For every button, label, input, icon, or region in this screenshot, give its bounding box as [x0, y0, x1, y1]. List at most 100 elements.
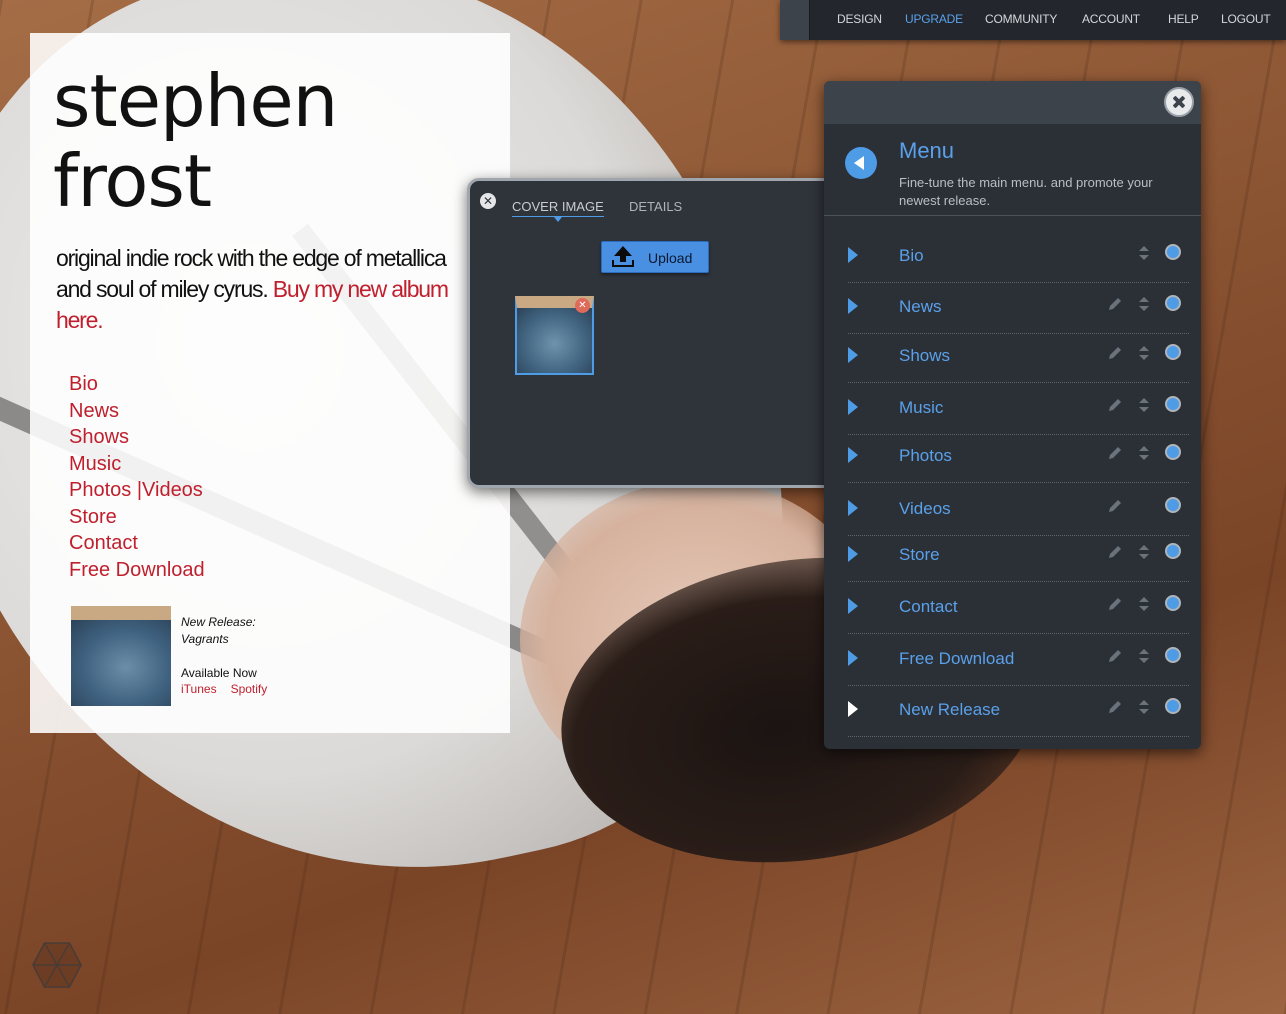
site-nav: Bio News Shows Music Photos |Videos Stor… — [69, 371, 205, 583]
site-nav-news[interactable]: News — [69, 398, 205, 425]
menu-item-label[interactable]: Videos — [899, 499, 951, 519]
menu-item-free-download[interactable]: Free Download — [848, 635, 1189, 686]
itunes-link[interactable]: iTunes — [181, 682, 217, 696]
expand-arrow-icon[interactable] — [848, 298, 858, 314]
menu-item-bio[interactable]: Bio — [848, 232, 1189, 283]
visibility-toggle[interactable] — [1165, 295, 1181, 311]
cover-image-dialog: ✕ COVER IMAGE DETAILS Upload ✕ — [467, 178, 837, 488]
sort-handle-icon[interactable] — [1138, 445, 1150, 461]
tab-cover-image[interactable]: COVER IMAGE — [512, 199, 604, 222]
sort-handle-icon[interactable] — [1138, 296, 1150, 312]
menu-item-label[interactable]: Shows — [899, 346, 950, 366]
site-nav-shows[interactable]: Shows — [69, 424, 205, 451]
visibility-toggle[interactable] — [1165, 244, 1181, 260]
upload-button[interactable]: Upload — [601, 241, 709, 273]
expand-arrow-icon[interactable] — [848, 347, 858, 363]
nav-account[interactable]: ACCOUNT — [1082, 12, 1140, 26]
expand-arrow-icon[interactable] — [848, 447, 858, 463]
menu-item-label[interactable]: New Release — [899, 700, 1000, 720]
pencil-icon[interactable] — [1108, 499, 1122, 513]
nav-tab-handle[interactable] — [780, 0, 810, 40]
menu-item-photos[interactable]: Photos — [848, 432, 1189, 483]
expand-arrow-icon[interactable] — [848, 546, 858, 562]
site-nav-music[interactable]: Music — [69, 451, 205, 478]
release-available: Available Now — [181, 666, 257, 680]
menu-item-contact[interactable]: Contact — [848, 583, 1189, 634]
release-album-art[interactable] — [71, 606, 171, 706]
menu-item-label[interactable]: Free Download — [899, 649, 1014, 669]
pencil-icon[interactable] — [1108, 649, 1122, 663]
menu-item-videos[interactable]: Videos — [848, 485, 1189, 536]
visibility-toggle[interactable] — [1165, 543, 1181, 559]
release-album-name: Vagrants — [181, 632, 229, 646]
tab-details[interactable]: DETAILS — [629, 199, 682, 214]
sort-handle-icon[interactable] — [1138, 648, 1150, 664]
sort-handle-icon[interactable] — [1138, 699, 1150, 715]
nav-help[interactable]: HELP — [1168, 12, 1199, 26]
back-arrow-icon[interactable] — [845, 147, 877, 179]
menu-panel: Menu Fine-tune the main menu. and promot… — [824, 81, 1201, 749]
pencil-icon[interactable] — [1108, 545, 1122, 559]
menu-panel-header — [824, 81, 1201, 124]
menu-title: Menu — [899, 138, 955, 163]
visibility-toggle[interactable] — [1165, 396, 1181, 412]
close-icon[interactable]: ✕ — [480, 193, 496, 209]
menu-item-music[interactable]: Music — [848, 384, 1189, 435]
site-preview-panel: stephen frost original indie rock with t… — [30, 33, 510, 733]
visibility-toggle[interactable] — [1165, 647, 1181, 663]
visibility-toggle[interactable] — [1165, 698, 1181, 714]
site-nav-bio[interactable]: Bio — [69, 371, 205, 398]
expand-arrow-icon[interactable] — [848, 247, 858, 263]
site-nav-photos-videos[interactable]: Photos |Videos — [69, 477, 205, 504]
release-label: New Release: — [181, 615, 256, 629]
menu-item-label[interactable]: Music — [899, 398, 943, 418]
sort-handle-icon[interactable] — [1138, 397, 1150, 413]
upload-icon — [612, 246, 634, 267]
hexagon-logo-icon[interactable] — [32, 942, 82, 988]
pencil-icon[interactable] — [1108, 597, 1122, 611]
visibility-toggle[interactable] — [1165, 344, 1181, 360]
expand-arrow-icon[interactable] — [848, 598, 858, 614]
menu-item-news[interactable]: News — [848, 283, 1189, 334]
menu-item-label[interactable]: Store — [899, 545, 940, 565]
pencil-icon[interactable] — [1108, 398, 1122, 412]
menu-item-new-release[interactable]: New Release — [848, 686, 1189, 737]
menu-item-shows[interactable]: Shows — [848, 332, 1189, 383]
menu-item-label[interactable]: Bio — [899, 246, 924, 266]
pencil-icon[interactable] — [1108, 700, 1122, 714]
release-info: New Release: Vagrants Available Now iTun… — [181, 614, 281, 696]
remove-icon[interactable]: ✕ — [575, 298, 590, 313]
pencil-icon[interactable] — [1108, 297, 1122, 311]
cover-thumbnail[interactable]: ✕ — [515, 296, 594, 375]
sort-handle-icon[interactable] — [1138, 345, 1150, 361]
nav-design[interactable]: DESIGN — [837, 12, 882, 26]
top-nav-bar: DESIGN UPGRADE COMMUNITY ACCOUNT HELP LO… — [780, 0, 1286, 40]
menu-item-label[interactable]: Photos — [899, 446, 952, 466]
visibility-toggle[interactable] — [1165, 595, 1181, 611]
menu-description: Fine-tune the main menu. and promote you… — [899, 175, 1153, 208]
expand-arrow-icon[interactable] — [848, 701, 858, 717]
sort-handle-icon[interactable] — [1138, 245, 1150, 261]
spotify-link[interactable]: Spotify — [231, 682, 268, 696]
menu-item-label[interactable]: News — [899, 297, 942, 317]
nav-community[interactable]: COMMUNITY — [985, 12, 1057, 26]
menu-item-label[interactable]: Contact — [899, 597, 958, 617]
nav-upgrade[interactable]: UPGRADE — [905, 12, 963, 26]
expand-arrow-icon[interactable] — [848, 500, 858, 516]
menu-item-store[interactable]: Store — [848, 531, 1189, 582]
visibility-toggle[interactable] — [1165, 444, 1181, 460]
divider — [824, 215, 1201, 216]
pencil-icon[interactable] — [1108, 446, 1122, 460]
visibility-toggle[interactable] — [1165, 497, 1181, 513]
sort-handle-icon[interactable] — [1138, 544, 1150, 560]
sort-handle-icon[interactable] — [1138, 596, 1150, 612]
site-nav-free-download[interactable]: Free Download — [69, 557, 205, 584]
site-nav-store[interactable]: Store — [69, 504, 205, 531]
pencil-icon[interactable] — [1108, 346, 1122, 360]
close-icon[interactable] — [1164, 87, 1194, 117]
expand-arrow-icon[interactable] — [848, 650, 858, 666]
nav-logout[interactable]: LOGOUT — [1221, 12, 1271, 26]
site-nav-contact[interactable]: Contact — [69, 530, 205, 557]
site-title-line1: stephen — [53, 59, 338, 143]
expand-arrow-icon[interactable] — [848, 399, 858, 415]
